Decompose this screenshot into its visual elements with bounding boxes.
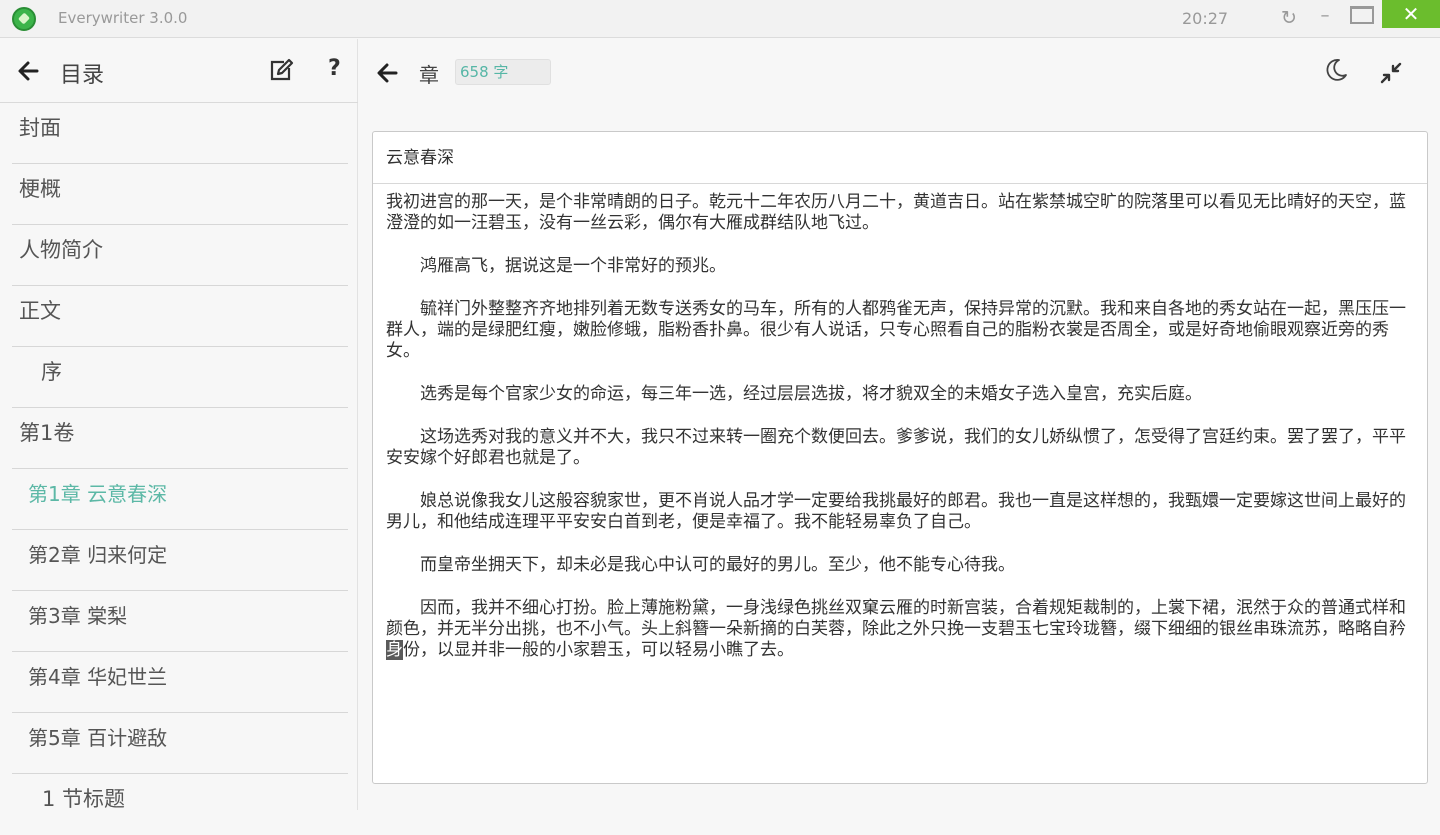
- toc-item-chapter-2[interactable]: 第2章 归来何定: [12, 530, 348, 591]
- help-icon[interactable]: ?: [328, 55, 346, 83]
- paragraph-text: 因而，我并不细心打扮。脸上薄施粉黛，一身浅绿色挑丝双窠云雁的时新宫装，合着规矩裁…: [386, 598, 1406, 639]
- paragraph: 这场选秀对我的意义并不大，我只不过来转一圈充个数便回去。爹爹说，我们的女儿娇纵惯…: [386, 427, 1406, 468]
- toc-item-characters[interactable]: 人物简介: [12, 225, 348, 286]
- editor[interactable]: 云意春深 我初进宫的那一天，是个非常晴朗的日子。乾元十二年农历八月二十，黄道吉日…: [372, 131, 1428, 784]
- collapse-icon[interactable]: [1379, 61, 1403, 85]
- paragraph: 娘总说像我女儿这般容貌家世，更不肖说人品才学一定要给我挑最好的郎君。我也一直是这…: [386, 491, 1406, 532]
- toc-list: 封面 梗概 人物简介 正文 序 第1卷 第1章 云意春深 第2章 归来何定 第3…: [12, 103, 348, 835]
- toc-item-chapter-1[interactable]: 第1章 云意春深: [12, 469, 348, 530]
- sidebar-title: 目录: [60, 63, 105, 88]
- paragraph: 鸿雁高飞，据说这是一个非常好的预兆。: [420, 256, 726, 276]
- toc-item-chapter-5[interactable]: 第5章 百计避敌: [12, 713, 348, 774]
- toc-item-chapter-4[interactable]: 第4章 华妃世兰: [12, 652, 348, 713]
- toc-item-volume-1[interactable]: 第1卷: [12, 408, 348, 469]
- main-panel: 章 658 字 云意春深 我初进宫的那一天，是个非常晴朗的日子。乾元十二年农历八…: [359, 39, 1440, 810]
- minimize-button[interactable]: –: [1317, 6, 1333, 30]
- paragraph: 选秀是每个官家少女的命运，每三年一选，经过层层选拔，将才貌双全的未婚女子选入皇宫…: [420, 384, 1202, 404]
- toc-item-body[interactable]: 正文: [12, 286, 348, 347]
- clock: 20:27: [1182, 9, 1229, 28]
- paragraph-text: 份，以显并非一般的小家碧玉，可以轻易小瞧了去。: [403, 640, 794, 660]
- maximize-button[interactable]: [1350, 6, 1374, 24]
- edit-icon[interactable]: [268, 57, 294, 83]
- title-bar: Everywriter 3.0.0 20:27 ↻ – ✕: [0, 0, 1440, 38]
- word-count-badge: 658 字: [455, 59, 551, 85]
- toc-item-chapter-3[interactable]: 第3章 棠梨: [12, 591, 348, 652]
- app-title: Everywriter 3.0.0: [58, 9, 188, 27]
- close-button[interactable]: ✕: [1382, 0, 1440, 28]
- text-selection: 身: [386, 640, 403, 660]
- toc-sidebar: 目录 ? 封面 梗概 人物简介 正文 序 第1卷 第1章 云意春深 第2章 归来…: [0, 39, 358, 811]
- toc-item-cover[interactable]: 封面: [12, 103, 348, 164]
- chapter-heading: 章: [419, 63, 439, 87]
- app-logo-icon: [12, 7, 36, 31]
- paragraph: 因而，我并不细心打扮。脸上薄施粉黛，一身浅绿色挑丝双窠云雁的时新宫装，合着规矩裁…: [386, 598, 1416, 661]
- sidebar-header: 目录 ?: [0, 39, 358, 103]
- toc-item-synopsis[interactable]: 梗概: [12, 164, 348, 225]
- paragraph: 而皇帝坐拥天下，却未必是我心中认可的最好的男儿。至少，他不能专心待我。: [420, 555, 1015, 575]
- refresh-icon[interactable]: ↻: [1278, 6, 1300, 30]
- back-arrow-icon[interactable]: [375, 61, 399, 85]
- paragraph: 毓祥门外整整齐齐地排列着无数专送秀女的马车，所有的人都鸦雀无声，保持异常的沉默。…: [386, 299, 1406, 361]
- toc-item-section-1[interactable]: 1 节标题: [12, 774, 348, 835]
- toc-item-preface[interactable]: 序: [12, 347, 348, 408]
- paragraph: 我初进宫的那一天，是个非常晴朗的日子。乾元十二年农历八月二十，黄道吉日。站在紫禁…: [386, 192, 1406, 233]
- chapter-body-text[interactable]: 我初进宫的那一天，是个非常晴朗的日子。乾元十二年农历八月二十，黄道吉日。站在紫禁…: [386, 192, 1416, 683]
- back-arrow-icon[interactable]: [16, 59, 40, 83]
- moon-icon[interactable]: [1323, 57, 1349, 83]
- chapter-title-field[interactable]: 云意春深: [373, 132, 1427, 184]
